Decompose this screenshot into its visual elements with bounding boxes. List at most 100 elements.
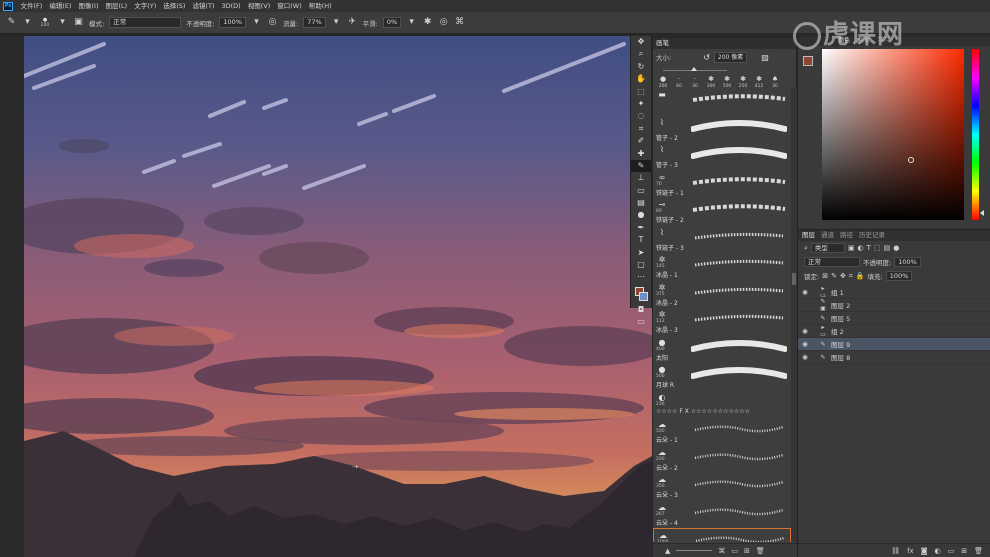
lock-pixels-icon[interactable]: ✎ [831,272,837,280]
layer-style-icon[interactable]: fx [907,547,914,555]
new-layer-icon[interactable]: ⊞ [961,547,967,555]
brush-list-item[interactable]: ⌇ 管子 - 2 [653,116,791,144]
tab-layers[interactable]: 图层 [802,230,815,241]
color-swatches-tool[interactable] [631,284,651,304]
visibility-eye-icon[interactable]: ◉ [798,288,812,296]
brush-list-item[interactable]: ⊸ 60 铁链子 - 2 [653,198,791,226]
brush-list-item[interactable]: ☁ 267 云朵 - 4 [653,501,791,529]
brush-list-item[interactable]: ☁ 500 云朵 - 1 [653,418,791,446]
foreground-color-swatch[interactable] [803,56,813,66]
menu-layer[interactable]: 图层(L) [102,0,131,12]
filter-smart-object-icon[interactable]: ▤ [884,244,891,252]
eraser-tool-icon[interactable]: ▭ [631,185,651,197]
brush-list-item[interactable]: ◐ 236 ☆☆☆☆ F X ☆☆☆☆☆☆☆☆☆☆☆ [653,391,791,419]
menu-type[interactable]: 文字(Y) [131,0,160,12]
lock-position-icon[interactable]: ✥ [840,272,846,280]
smoothing-field[interactable]: 0% [382,17,402,28]
new-brush-icon[interactable]: ⊞ [744,547,750,555]
brush-list-item[interactable]: ✲ 375 冰晶 - 2 [653,281,791,309]
menu-view[interactable]: 视图(V) [244,0,274,12]
filter-adjustment-icon[interactable]: ◐ [858,244,864,252]
brushes-tab[interactable]: 画笔 [653,38,796,49]
reset-size-icon[interactable]: ↺ [703,53,710,62]
brush-list-item[interactable]: ∞ 70 铁链子 - 1 [653,171,791,199]
lock-transparent-icon[interactable]: ⊠ [822,272,828,280]
scrollbar-thumb[interactable] [792,273,796,285]
visibility-eye-icon[interactable]: ◉ [798,327,812,335]
add-mask-icon[interactable]: ◙ [921,547,928,555]
tab-history[interactable]: 历史记录 [859,230,885,241]
airbrush-icon[interactable]: ✈ [347,17,358,28]
new-group-icon[interactable]: ▭ [948,547,955,555]
move-tool-icon[interactable]: ✥ [631,36,651,48]
canvas-area[interactable]: ⇢ [0,36,652,557]
tab-paths[interactable]: 路径 [840,230,853,241]
hue-slider[interactable] [972,49,979,220]
path-selection-tool-icon[interactable]: ➤ [631,247,651,259]
magic-wand-tool-icon[interactable]: ✦ [631,98,651,110]
menu-file[interactable]: 文件(F) [17,0,46,12]
brush-options-icon[interactable]: ⌘ [718,547,725,555]
menu-3d[interactable]: 3D(D) [218,0,244,12]
healing-brush-tool-icon[interactable]: ✚ [631,148,651,160]
symmetry-icon[interactable]: ⌘ [454,17,465,28]
chevron-down-icon[interactable]: ▾ [57,17,68,28]
filter-toggle-icon[interactable]: ● [893,244,899,252]
chevron-down-icon[interactable]: ▾ [22,17,33,28]
screen-mode-icon[interactable]: ▭ [631,316,651,328]
pressure-size-icon[interactable]: ◎ [438,17,449,28]
delete-brush-icon[interactable]: 🗑 [756,547,765,555]
thumbnail-size-icon[interactable]: ▲ [665,547,670,555]
lock-artboard-icon[interactable]: ⌗ [849,272,853,281]
dodge-tool-icon[interactable]: ● [631,209,651,221]
blend-mode-dropdown[interactable]: 正常 [804,257,860,267]
opacity-field[interactable]: 100% [219,17,246,28]
chevron-down-icon[interactable]: ▾ [331,17,342,28]
lock-all-icon[interactable]: 🔒 [856,272,865,280]
filter-type-icon[interactable]: T [867,244,871,252]
size-slider-knob[interactable] [691,67,697,71]
menu-help[interactable]: 帮助(H) [305,0,335,12]
brush-size-field[interactable]: 200 像素 [713,51,748,63]
chevron-down-icon[interactable]: ▾ [251,17,262,28]
tab-channels[interactable]: 通道 [821,230,834,241]
layer-row[interactable]: ◉ ▸ ▭ 组 2 [798,324,990,338]
marquee-tool-icon[interactable]: ⬚ [631,86,651,98]
delete-layer-icon[interactable]: 🗑 [974,547,983,555]
background-color-swatch[interactable] [639,291,648,301]
mode-dropdown[interactable]: 正常 [109,17,182,28]
sunset-painting[interactable] [24,36,652,557]
filter-shape-icon[interactable]: ⬚ [874,244,881,252]
color-swatches[interactable] [803,56,817,70]
shape-tool-icon[interactable]: ▢ [631,259,651,271]
eyedropper-tool-icon[interactable]: ✐ [631,135,651,147]
brush-list-item[interactable]: ● 500 月球 R [653,363,791,391]
pen-tool-icon[interactable]: ✒ [631,222,651,234]
color-picker-ring[interactable] [908,157,914,163]
brush-list-item[interactable]: ✲ 145 冰晶 - 1 [653,253,791,281]
chevron-down-icon[interactable]: ▾ [406,17,417,28]
brush-list-item[interactable]: ⌇ 铁链子 - 3 [653,226,791,254]
brush-list-item[interactable]: ✲ 112 冰晶 - 3 [653,308,791,336]
brush-list-item[interactable]: ▬ [653,88,791,116]
layer-opacity-field[interactable]: 100% [894,257,921,267]
menu-select[interactable]: 选择(S) [160,0,189,12]
brush-list-item[interactable]: ⌇ 管子 - 3 [653,143,791,171]
pressure-opacity-icon[interactable]: ◎ [267,17,278,28]
brush-tool-icon[interactable]: ✎ [631,159,651,173]
visibility-eye-icon[interactable]: ◉ [798,353,812,361]
gradient-tool-icon[interactable]: ▤ [631,197,651,209]
link-layers-icon[interactable]: ⛓ [891,547,900,555]
more-tools-icon[interactable]: ⋯ [631,271,651,283]
menu-window[interactable]: 窗口(W) [274,0,306,12]
zoom-tool-icon[interactable]: ⌕ [631,48,651,60]
crop-tool-icon[interactable]: ⌗ [631,123,651,135]
visibility-eye-icon[interactable]: ◉ [798,340,812,348]
brush-settings-panel-icon[interactable]: ▣ [73,17,84,28]
brush-list-item[interactable]: ☁ 350 云朵 - 3 [653,473,791,501]
flow-field[interactable]: 77% [303,17,326,28]
brush-preset-picker[interactable]: ● 200 [38,17,52,28]
brush-list-item[interactable]: ☁ 200 云朵 - 2 [653,446,791,474]
thumbnail-size-slider[interactable] [676,550,713,551]
brush-size-slider[interactable] [661,67,727,71]
